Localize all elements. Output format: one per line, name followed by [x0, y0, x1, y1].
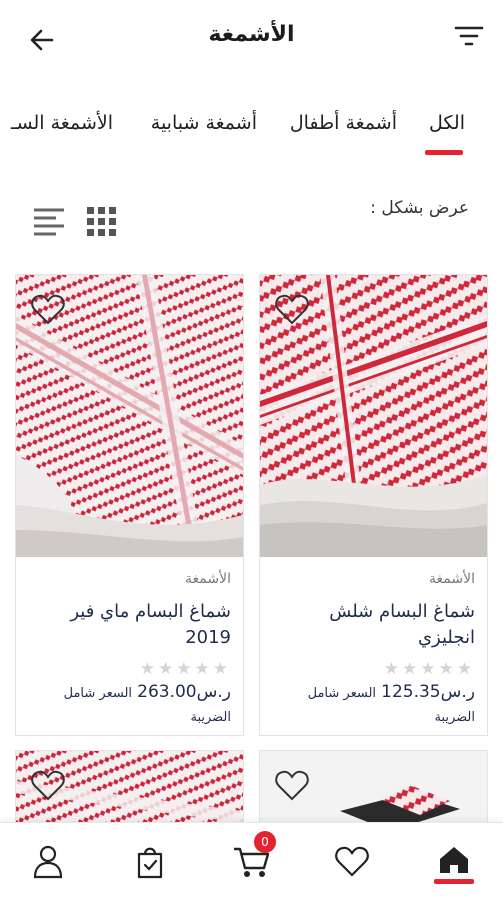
rating-stars: ★★★★★ [139, 659, 231, 679]
product-card[interactable]: الأشمغة شماغ البسام شلش انجليزي ★★★★★ ر.… [259, 274, 488, 736]
product-title[interactable]: شماغ البسام ماي فير 2019 [24, 599, 231, 651]
heart-icon [31, 770, 65, 801]
nav-cart[interactable]: 0 [232, 831, 276, 881]
product-category: الأشمغة [429, 571, 475, 587]
page-title: الأشمغة [208, 22, 295, 47]
favorite-button[interactable] [274, 769, 310, 803]
list-view-button[interactable] [32, 206, 66, 238]
rating-stars: ★★★★★ [383, 659, 475, 679]
favorite-button[interactable] [30, 293, 66, 327]
heart-icon [275, 770, 309, 801]
product-category: الأشمغة [185, 571, 231, 587]
home-icon [440, 847, 468, 873]
user-icon [33, 845, 63, 879]
nav-favorites[interactable] [332, 841, 372, 881]
product-price: ر.س263.00 السعر شامل الضريبة [24, 681, 231, 729]
shopping-bag-icon [137, 847, 163, 879]
tab-all[interactable]: الكل [429, 112, 465, 134]
active-tab-indicator [425, 150, 463, 155]
heart-icon [275, 294, 309, 325]
filter-button[interactable] [453, 20, 485, 52]
product-title[interactable]: شماغ البسام شلش انجليزي [268, 599, 475, 651]
list-view-icon [34, 208, 64, 236]
category-tabs: الكل أشمغة أطفال أشمغة شبابية الأشمغة ال… [0, 100, 503, 160]
nav-account[interactable] [28, 841, 68, 881]
nav-home[interactable] [434, 841, 474, 881]
cart-count-badge: 0 [254, 831, 276, 853]
heart-icon [31, 294, 65, 325]
top-bar: الأشمغة [0, 0, 503, 78]
tab-more[interactable]: الأشمغة السـ [11, 112, 113, 134]
bottom-navigation: 0 [0, 822, 503, 900]
grid-view-icon [87, 207, 116, 236]
tab-youth[interactable]: أشمغة شبابية [151, 112, 257, 134]
tab-kids[interactable]: أشمغة أطفال [290, 112, 397, 134]
grid-view-button[interactable] [86, 206, 118, 238]
product-card[interactable]: الأشمغة شماغ البسام ماي فير 2019 ★★★★★ ر… [15, 274, 244, 736]
product-image[interactable] [260, 275, 487, 557]
heart-icon [335, 846, 369, 877]
favorite-button[interactable] [274, 293, 310, 327]
nav-orders[interactable] [130, 841, 170, 881]
price-value: 125.35 [381, 682, 441, 702]
product-price: ر.س125.35 السعر شامل الضريبة [268, 681, 475, 729]
active-nav-indicator [434, 879, 474, 884]
price-currency: ر.س [440, 682, 475, 702]
view-mode-label: عرض بشكل : [370, 198, 469, 218]
price-value: 263.00 [137, 682, 197, 702]
favorite-button[interactable] [30, 769, 66, 803]
filter-icon [454, 26, 484, 46]
price-currency: ر.س [196, 682, 231, 702]
product-image[interactable] [16, 275, 243, 557]
